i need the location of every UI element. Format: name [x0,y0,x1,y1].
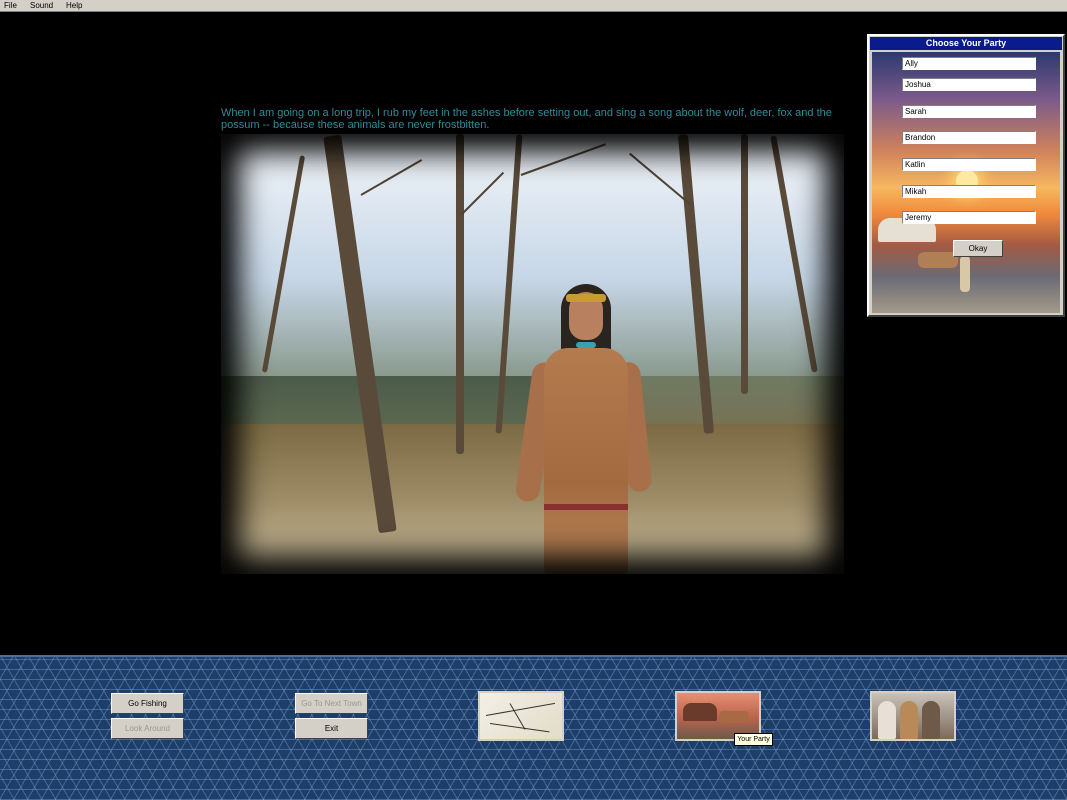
party-member-field[interactable]: Sarah [902,105,1036,118]
party-member-field[interactable]: Brandon [902,131,1036,144]
forest-scene-image [221,134,844,574]
dialog-sunset-background: Ally Joshua Sarah Brandon Katlin Mikah J… [872,52,1060,313]
party-member-field[interactable]: Mikah [902,185,1036,198]
horse-shape [719,711,749,723]
party-member-field[interactable]: Katlin [902,158,1036,171]
your-party-tooltip: Your Party [734,733,773,746]
person-shape [922,701,940,739]
party-member-field[interactable]: Jeremy [902,211,1036,224]
party-member-field[interactable]: Joshua [902,78,1036,91]
exit-button[interactable]: Exit [295,718,368,739]
party-member-field[interactable]: Ally [902,57,1036,70]
quote-text: When I am going on a long trip, I rub my… [221,107,832,131]
map-thumbnail-icon[interactable] [478,691,564,741]
menu-bar: File Sound Help [0,0,1067,12]
menu-file[interactable]: File [4,0,17,12]
map-route [489,723,550,733]
go-fishing-button[interactable]: Go Fishing [111,693,184,714]
person-shape [900,701,918,739]
characters-icon[interactable] [870,691,956,741]
map-route [485,702,556,716]
go-to-next-town-button[interactable]: Go To Next Town [295,693,368,714]
person-shape [878,701,896,739]
menu-sound[interactable]: Sound [30,0,53,12]
horse-image [918,252,958,268]
menu-help[interactable]: Help [66,0,82,12]
pioneer-figure [960,256,970,292]
dialog-title: Choose Your Party [870,37,1062,50]
look-around-button[interactable]: Look Around [111,718,184,739]
choose-party-dialog: Choose Your Party Ally Joshua Sarah Bran… [867,34,1065,317]
scene-vignette [221,134,844,574]
okay-button[interactable]: Okay [953,240,1003,257]
wagon-shape [683,703,717,721]
